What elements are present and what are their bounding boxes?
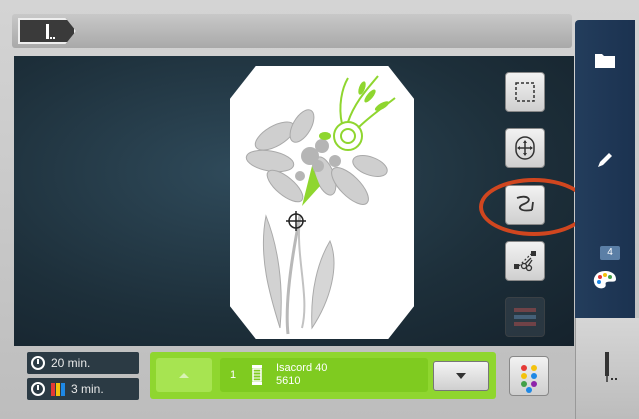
sidebar-item-edit[interactable] bbox=[575, 130, 635, 190]
chevron-down-icon bbox=[456, 373, 466, 379]
embroidery-screen: 4 20 min. 3 min. 1 Isacord 40 5610 bbox=[0, 0, 639, 419]
clock-icon bbox=[31, 382, 45, 396]
thread-dropdown-button[interactable] bbox=[433, 361, 489, 391]
highlight-circle bbox=[479, 178, 589, 236]
total-time-label: 20 min. bbox=[51, 356, 91, 370]
embroidery-design[interactable] bbox=[230, 66, 414, 339]
thread-number: 1 bbox=[230, 369, 237, 381]
previous-color-button[interactable] bbox=[156, 358, 212, 392]
color-blocks-button[interactable] bbox=[505, 297, 545, 337]
right-sidebar: 4 bbox=[575, 20, 635, 320]
breadcrumb-back-button[interactable] bbox=[18, 18, 76, 44]
hoop-area[interactable] bbox=[230, 66, 414, 339]
needle-pen-icon bbox=[46, 24, 55, 39]
palette-icon bbox=[593, 271, 616, 289]
thread-color-panel: 1 Isacord 40 5610 bbox=[150, 352, 496, 399]
pencil-icon bbox=[598, 153, 612, 167]
thread-name: Isacord 40 bbox=[276, 362, 328, 374]
thread-info[interactable]: 1 Isacord 40 5610 bbox=[220, 358, 428, 392]
move-crosshair-icon bbox=[515, 136, 535, 160]
color-palette-button[interactable] bbox=[509, 356, 549, 396]
folder-icon bbox=[595, 54, 615, 68]
sidebar-item-embroider[interactable] bbox=[575, 318, 639, 419]
chevron-up-icon bbox=[179, 373, 189, 378]
clock-icon bbox=[31, 356, 45, 370]
move-design-button[interactable] bbox=[505, 128, 545, 168]
total-time-display: 20 min. bbox=[27, 352, 139, 374]
needle-icon bbox=[605, 352, 617, 382]
color-blocks-icon bbox=[514, 308, 536, 326]
sidebar-item-folder[interactable] bbox=[575, 30, 635, 90]
select-area-button[interactable] bbox=[505, 72, 545, 112]
thread-spool-icon bbox=[252, 365, 262, 385]
top-bar bbox=[12, 14, 572, 48]
position-crosshair-icon bbox=[286, 211, 306, 231]
scissors-jump-icon bbox=[514, 251, 536, 272]
color-time-display: 3 min. bbox=[27, 378, 139, 400]
color-dots-icon bbox=[521, 365, 537, 393]
color-count-badge: 4 bbox=[600, 246, 620, 260]
color-time-label: 3 min. bbox=[71, 382, 104, 396]
jump-stitch-cut-button[interactable] bbox=[505, 241, 545, 281]
dashed-selection-icon bbox=[515, 82, 535, 102]
thread-code: 5610 bbox=[276, 375, 301, 387]
color-bars-icon bbox=[51, 382, 65, 396]
